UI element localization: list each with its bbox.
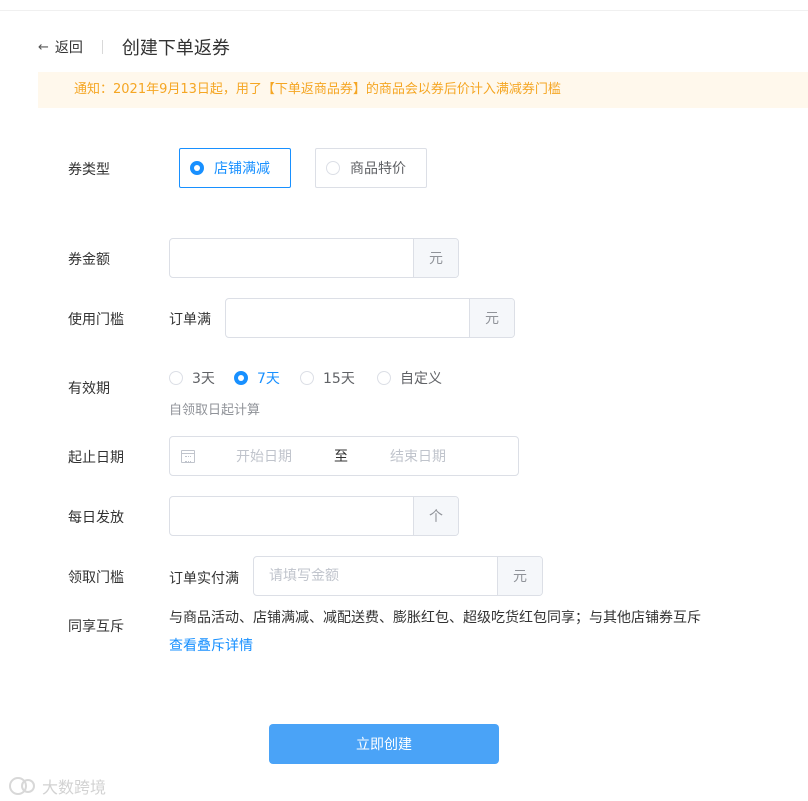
- top-divider: [0, 10, 808, 11]
- claim-threshold-label: 领取门槛: [68, 570, 124, 586]
- page-header: ← 返回 创建下单返券: [38, 34, 230, 60]
- threshold-input[interactable]: [226, 299, 469, 337]
- arrow-left-icon: ←: [38, 39, 49, 55]
- watermark: 大数跨境: [8, 774, 106, 798]
- claim-threshold-input[interactable]: [254, 557, 497, 595]
- threshold-suffix: 元: [469, 299, 514, 337]
- claim-threshold-group: 元: [253, 556, 543, 596]
- validity-option-3d[interactable]: 3天: [169, 368, 215, 388]
- coupon-amount-input[interactable]: [170, 239, 413, 277]
- date-range-separator: 至: [334, 449, 348, 465]
- back-button[interactable]: ← 返回: [38, 37, 83, 57]
- watermark-text: 大数跨境: [42, 778, 107, 797]
- sharing-description: 与商品活动、店铺满减、减配送费、膨胀红包、超级吃货红包同享；与其他店铺券互斥: [169, 610, 701, 626]
- back-label: 返回: [54, 40, 83, 56]
- notice-banner: 通知：2021年9月13日起，用了【下单返商品券】的商品会以券后价计入满减券门槛: [38, 72, 808, 108]
- validity-option-label: 7天: [257, 371, 280, 387]
- daily-issue-suffix: 个: [413, 497, 458, 535]
- validity-option-label: 3天: [192, 371, 215, 387]
- date-range-label: 起止日期: [68, 450, 124, 466]
- threshold-group: 元: [225, 298, 515, 338]
- sharing-label: 同享互斥: [68, 619, 124, 635]
- coupon-type-option-label: 店铺满减: [214, 161, 270, 177]
- validity-hint: 自领取日起计算: [169, 403, 261, 418]
- sharing-details-link[interactable]: 查看叠斥详情: [169, 635, 253, 655]
- coupon-amount-label: 券金额: [68, 252, 110, 268]
- threshold-prefix: 订单满: [169, 312, 211, 328]
- end-date-placeholder[interactable]: 结束日期: [390, 446, 446, 466]
- radio-checked-icon: [234, 371, 248, 385]
- radio-checked-icon: [190, 161, 204, 175]
- date-range-picker[interactable]: 开始日期 至 结束日期: [169, 436, 519, 476]
- coupon-type-option-label: 商品特价: [350, 161, 406, 177]
- radio-unchecked-icon: [300, 371, 314, 385]
- daily-issue-label: 每日发放: [68, 510, 124, 526]
- radio-unchecked-icon: [326, 161, 340, 175]
- validity-label: 有效期: [68, 381, 110, 397]
- start-date-placeholder[interactable]: 开始日期: [236, 446, 292, 466]
- create-button[interactable]: 立即创建: [269, 724, 499, 764]
- coupon-type-store-discount[interactable]: 店铺满减: [179, 148, 291, 188]
- threshold-label: 使用门槛: [68, 312, 124, 328]
- coupon-amount-group: 元: [169, 238, 459, 278]
- daily-issue-group: 个: [169, 496, 459, 536]
- radio-unchecked-icon: [377, 371, 391, 385]
- page-title: 创建下单返券: [121, 38, 230, 59]
- claim-threshold-prefix: 订单实付满: [169, 571, 239, 587]
- radio-unchecked-icon: [169, 371, 183, 385]
- calendar-icon: [181, 449, 195, 463]
- coupon-type-label: 券类型: [68, 162, 110, 178]
- validity-option-15d[interactable]: 15天: [300, 368, 355, 388]
- daily-issue-input[interactable]: [170, 497, 413, 535]
- claim-threshold-suffix: 元: [497, 557, 542, 595]
- validity-option-custom[interactable]: 自定义: [377, 368, 442, 388]
- validity-option-label: 15天: [323, 371, 355, 387]
- coupon-type-product-special[interactable]: 商品特价: [315, 148, 427, 188]
- validity-option-label: 自定义: [400, 371, 442, 387]
- coupon-amount-suffix: 元: [413, 239, 458, 277]
- watermark-logo-icon: [9, 777, 35, 795]
- header-separator: [101, 40, 103, 54]
- validity-option-7d[interactable]: 7天: [234, 368, 280, 388]
